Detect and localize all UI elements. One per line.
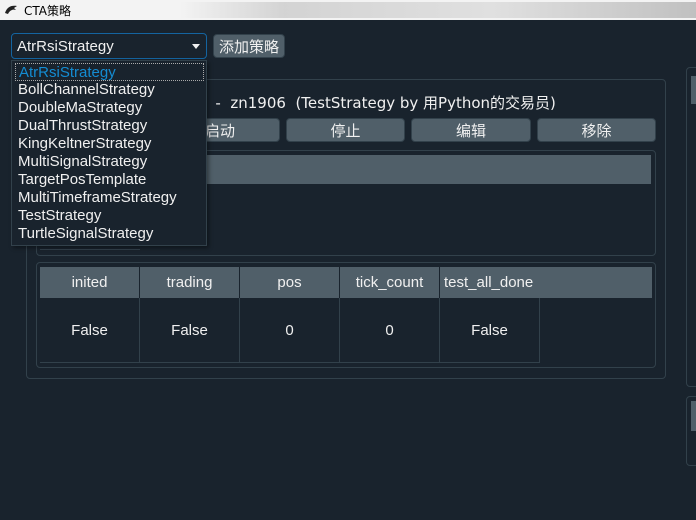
strategy-dropdown-list: AtrRsiStrategy BollChannelStrategy Doubl…	[11, 60, 207, 246]
strategy-select[interactable]: AtrRsiStrategy	[11, 33, 207, 59]
dropdown-option[interactable]: MultiTimeframeStrategy	[12, 189, 206, 207]
add-strategy-button[interactable]: 添加策略	[213, 34, 285, 58]
column-header: trading	[140, 267, 240, 298]
table-cell: False	[40, 298, 140, 363]
log-panel-edge	[686, 67, 696, 387]
dropdown-option[interactable]: AtrRsiStrategy	[15, 63, 204, 81]
column-header: test_all_done	[444, 274, 534, 291]
table-cell: 0	[340, 298, 440, 363]
strategy-name-label: t - zn1906 (TestStrategy by 用Python的交易员)	[200, 94, 556, 112]
trade-panel-edge	[686, 396, 696, 466]
variables-table: inited trading pos tick_count test_all_d…	[40, 267, 652, 363]
table-cell: False	[140, 298, 240, 363]
variables-header-row: inited trading pos tick_count test_all_d…	[40, 267, 652, 298]
dropdown-option[interactable]: DoubleMaStrategy	[12, 99, 206, 117]
title-bar-background	[180, 2, 696, 18]
dropdown-option[interactable]: BollChannelStrategy	[12, 81, 206, 99]
chevron-down-icon[interactable]	[192, 44, 200, 49]
dropdown-option[interactable]: DualThrustStrategy	[12, 117, 206, 135]
edit-button[interactable]: 编辑	[411, 118, 531, 142]
dropdown-option[interactable]: KingKeltnerStrategy	[12, 135, 206, 153]
column-header: pos	[240, 267, 340, 298]
dropdown-option[interactable]: TestStrategy	[12, 207, 206, 225]
table-row: False False 0 0 False	[40, 298, 652, 363]
remove-button[interactable]: 移除	[537, 118, 656, 142]
dropdown-option[interactable]: TurtleSignalStrategy	[12, 225, 206, 243]
dropdown-option[interactable]: MultiSignalStrategy	[12, 153, 206, 171]
dropdown-option[interactable]: TargetPosTemplate	[12, 171, 206, 189]
stop-button[interactable]: 停止	[286, 118, 405, 142]
strategy-select-value: AtrRsiStrategy	[17, 37, 114, 55]
parameters-table-header	[200, 155, 651, 184]
title-bar: CTA策略	[0, 0, 696, 20]
window-title: CTA策略	[24, 3, 71, 18]
table-cell: False	[440, 298, 540, 363]
column-header: tick_count	[340, 267, 440, 298]
table-cell: 0	[240, 298, 340, 363]
column-header: inited	[40, 267, 140, 298]
app-logo-icon	[4, 3, 18, 17]
